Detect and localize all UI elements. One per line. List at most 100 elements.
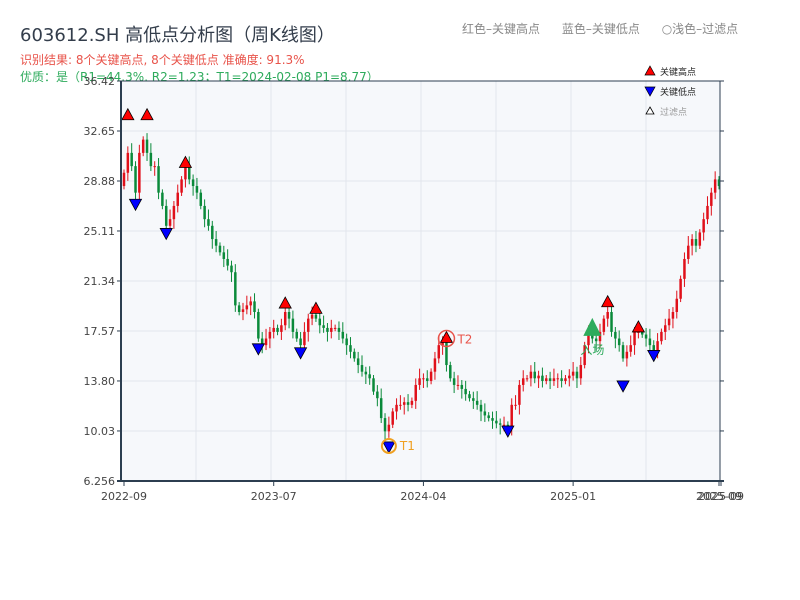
candle-body xyxy=(249,301,251,305)
entry-label: 入场 xyxy=(580,343,604,357)
candle-body xyxy=(422,378,424,379)
candle-body xyxy=(476,401,478,405)
candle-body xyxy=(188,166,190,179)
candle-body xyxy=(150,153,152,166)
candle-body xyxy=(595,339,597,342)
candle-body xyxy=(295,332,297,339)
candle-body xyxy=(380,398,382,418)
candle-body xyxy=(403,402,405,405)
candle-body xyxy=(445,341,447,365)
candle-body xyxy=(645,335,647,339)
candle-body xyxy=(606,312,608,319)
candle-body xyxy=(238,305,240,312)
t2-label: T2 xyxy=(456,333,472,347)
candle-body xyxy=(649,339,651,346)
candle-body xyxy=(664,325,666,332)
legend-high-label: 关键高点 xyxy=(660,66,696,78)
candle-body xyxy=(272,328,274,332)
candle-body xyxy=(326,328,328,332)
candle-body xyxy=(134,166,136,193)
candle-body xyxy=(226,259,228,266)
candle-body xyxy=(395,405,397,412)
candle-body xyxy=(457,385,459,386)
y-tick-label: 6.256 xyxy=(84,475,116,488)
y-tick-label: 10.03 xyxy=(84,425,116,438)
candle-body xyxy=(407,402,409,405)
candle-body xyxy=(384,418,386,431)
candle-body xyxy=(580,365,582,378)
candle-body xyxy=(434,358,436,371)
candle-body xyxy=(203,206,205,219)
candle-body xyxy=(292,319,294,332)
candle-body xyxy=(307,319,309,332)
candle-body xyxy=(311,315,313,319)
candle-body xyxy=(683,259,685,279)
candle-body xyxy=(342,332,344,339)
t1-label: T1 xyxy=(399,439,415,453)
candle-body xyxy=(668,319,670,326)
candle-body xyxy=(629,345,631,352)
candle-body xyxy=(560,378,562,381)
candle-body xyxy=(388,425,390,432)
candle-body xyxy=(157,166,159,193)
candle-body xyxy=(192,179,194,186)
candle-body xyxy=(257,312,259,339)
candle-body xyxy=(368,374,370,378)
candle-body xyxy=(510,405,512,428)
candle-body xyxy=(146,140,148,153)
candle-body xyxy=(691,239,693,246)
candle-body xyxy=(361,365,363,372)
candle-body xyxy=(679,279,681,299)
candle-body xyxy=(215,239,217,246)
candle-body xyxy=(184,166,186,179)
candle-body xyxy=(545,378,547,381)
candle-body xyxy=(687,246,689,259)
candle-body xyxy=(411,401,413,405)
candle-body xyxy=(480,405,482,412)
candle-body xyxy=(576,372,578,379)
x-tick-label: 2025-09 xyxy=(698,490,744,503)
candle-body xyxy=(430,372,432,381)
candle-body xyxy=(365,372,367,375)
candle-body xyxy=(391,411,393,424)
legend-low-label: 关键低点 xyxy=(660,86,696,98)
candle-body xyxy=(357,358,359,365)
y-tick-label: 32.65 xyxy=(84,125,116,138)
candle-body xyxy=(449,365,451,378)
candle-body xyxy=(503,425,505,426)
candle-body xyxy=(495,421,497,424)
candle-body xyxy=(426,378,428,381)
x-tick-label: 2023-07 xyxy=(251,490,297,503)
candle-body xyxy=(219,246,221,253)
candle-body xyxy=(522,378,524,385)
candle-body xyxy=(487,415,489,418)
candle-body xyxy=(453,378,455,385)
candle-body xyxy=(196,186,198,193)
candle-body xyxy=(526,378,528,379)
candle-body xyxy=(138,153,140,193)
candle-body xyxy=(161,193,163,206)
candle-body xyxy=(269,332,271,339)
candle-body xyxy=(372,378,374,391)
candle-body xyxy=(461,385,463,389)
candle-body xyxy=(234,272,236,305)
candle-body xyxy=(518,385,520,405)
candle-body xyxy=(530,372,532,379)
candle-body xyxy=(549,378,551,381)
candle-body xyxy=(130,153,132,166)
candle-body xyxy=(414,385,416,401)
x-tick-label: 2025-01 xyxy=(550,490,596,503)
candle-body xyxy=(230,266,232,273)
candle-body xyxy=(537,376,539,379)
candle-body xyxy=(315,315,317,319)
candle-body xyxy=(330,328,332,332)
candle-body xyxy=(564,378,566,381)
y-tick-label: 17.57 xyxy=(84,325,116,338)
candle-body xyxy=(176,193,178,206)
legend-high-icon xyxy=(645,66,655,75)
candle-body xyxy=(533,372,535,379)
candle-body xyxy=(246,305,248,309)
candle-body xyxy=(288,312,290,319)
candle-body xyxy=(303,332,305,345)
candle-body xyxy=(626,352,628,359)
